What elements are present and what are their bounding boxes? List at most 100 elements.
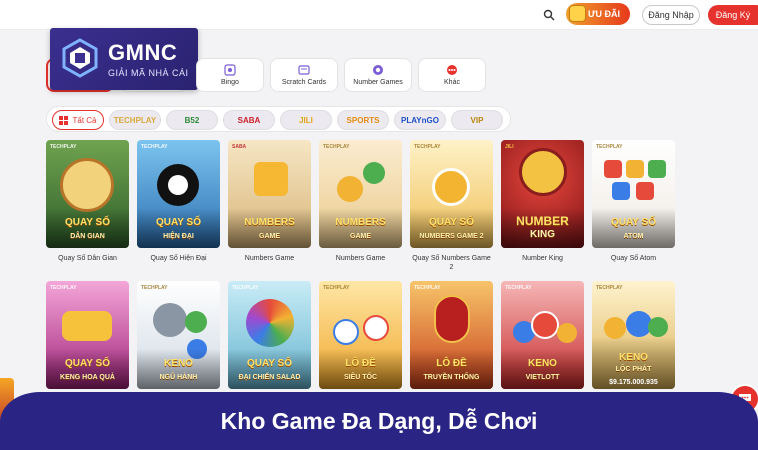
game-name: Quay Số Atom <box>610 255 657 262</box>
game-thumbnail: TECHPLAY NUMBERS GAME <box>319 140 402 248</box>
game-title-line2: TRUYỀN THỐNG <box>423 374 480 381</box>
game-card[interactable]: TECHPLAY KENO NGŨ HÀNH <box>137 281 220 389</box>
game-title-line1: LÔ ĐỀ <box>345 358 376 369</box>
game-title-line2: KENG HOA QUẢ <box>60 374 115 381</box>
logo-subtitle: GIẢI MÃ NHÀ CÁI <box>108 68 189 78</box>
scratch-card-icon <box>298 65 310 75</box>
game-card[interactable]: TECHPLAY LÔ ĐỀ TRUYỀN THỐNG <box>410 281 493 389</box>
game-card[interactable]: TECHPLAY NUMBERS GAME Numbers Game <box>319 140 402 263</box>
game-name: Numbers Game <box>244 255 295 262</box>
game-card[interactable]: TECHPLAY QUAY SỐ ĐẠI CHIẾN SALAD <box>228 281 311 389</box>
category-label: Khác <box>444 79 460 86</box>
promo-label: ƯU ĐÃI <box>588 9 620 19</box>
gmnc-logo-icon <box>62 38 98 78</box>
top-header: ƯU ĐÃI Đăng Nhập Đăng Ký <box>0 0 758 30</box>
game-title-line1: NUMBERS <box>244 217 295 228</box>
game-thumbnail: TECHPLAY LÔ ĐỀ TRUYỀN THỐNG <box>410 281 493 389</box>
provider-badge: TECHPLAY <box>505 285 532 291</box>
game-title-line1: KENO <box>619 352 648 363</box>
game-title-line2: GAME <box>350 233 371 240</box>
category-number-games[interactable]: Number Games <box>344 58 412 92</box>
game-title-line2: VIETLOTT <box>525 374 560 381</box>
provider-badge: TECHPLAY <box>50 285 77 291</box>
game-thumbnail: TECHPLAY QUAY SỐ KENG HOA QUẢ <box>46 281 129 389</box>
game-title-line2: NGŨ HÀNH <box>159 374 198 381</box>
more-icon <box>447 65 457 75</box>
game-thumbnail: TECHPLAY QUAY SỐ ATOM <box>592 140 675 248</box>
game-title-line1: QUAY SỐ <box>64 358 111 369</box>
provider-badge: TECHPLAY <box>232 285 259 291</box>
game-name: Quay Số Hiện Đại <box>150 255 207 262</box>
bingo-icon <box>224 64 236 76</box>
game-title-line2: ĐẠI CHIẾN SALAD <box>238 374 301 381</box>
provider-vip-chip[interactable]: VIP <box>451 110 503 130</box>
provider-badge: SABA <box>232 144 247 150</box>
game-title-line1: QUAY SỐ <box>610 217 657 228</box>
provider-badge: TECHPLAY <box>414 144 441 150</box>
provider-sports-chip[interactable]: SPORTS <box>337 110 389 130</box>
game-name: Quay Số Dân Gian <box>58 255 117 262</box>
provider-badge: TECHPLAY <box>141 285 168 291</box>
game-title-line1: QUAY SỐ <box>155 217 202 228</box>
register-button[interactable]: Đăng Ký <box>708 5 758 25</box>
game-card[interactable]: TECHPLAY QUAY SỐ DÂN GIAN Quay Số Dân Gi… <box>46 140 129 263</box>
provider-techplay-chip[interactable]: TECHPLAY <box>109 110 161 130</box>
number-ball-icon <box>373 65 383 75</box>
game-name: Numbers Game <box>335 255 386 262</box>
game-thumbnail: TECHPLAY QUAY SỐ DÂN GIAN <box>46 140 129 248</box>
game-thumbnail: TECHPLAY QUAY SỐ NUMBERS GAME 2 <box>410 140 493 248</box>
provider-playngo-chip[interactable]: PLAYnGO <box>394 110 446 130</box>
game-card[interactable]: SABA NUMBERS GAME Numbers Game <box>228 140 311 263</box>
game-title-line2: KING <box>530 229 555 240</box>
game-thumbnail: TECHPLAY KENO LỘC PHÁT $9.175.000.935 <box>592 281 675 389</box>
provider-badge: TECHPLAY <box>141 144 168 150</box>
gmnc-logo: GMNC GIẢI MÃ NHÀ CÁI <box>50 28 198 90</box>
game-card[interactable]: JILI NUMBER KING Number King <box>501 140 584 263</box>
provider-badge: TECHPLAY <box>323 144 350 150</box>
category-bingo[interactable]: Bingo <box>196 58 264 92</box>
game-title-line2: LỘC PHÁT <box>615 366 652 373</box>
provider-badge: TECHPLAY <box>323 285 350 291</box>
search-icon[interactable] <box>540 6 558 24</box>
game-card[interactable]: TECHPLAY KENO LỘC PHÁT $9.175.000.935 <box>592 281 675 389</box>
category-label: Scratch Cards <box>281 79 327 86</box>
provider-saba-chip[interactable]: SABA <box>223 110 275 130</box>
game-title-line1: NUMBER <box>516 214 569 228</box>
game-title-line2: SIÊU TỐC <box>343 374 378 381</box>
game-thumbnail: TECHPLAY QUAY SỐ HIỆN ĐẠI <box>137 140 220 248</box>
logo-title: GMNC <box>108 40 178 65</box>
provider-all-label: Tất Cả <box>72 115 97 125</box>
game-card[interactable]: TECHPLAY QUAY SỐ NUMBERS GAME 2 Quay Số … <box>410 140 493 272</box>
game-card[interactable]: TECHPLAY KENO VIETLOTT <box>501 281 584 389</box>
provider-all-chip[interactable]: Tất Cả <box>52 110 104 130</box>
game-card[interactable]: TECHPLAY QUAY SỐ ATOM Quay Số Atom <box>592 140 675 263</box>
game-name: Quay Số Numbers Game 2 <box>412 255 491 271</box>
game-thumbnail: TECHPLAY KENO VIETLOTT <box>501 281 584 389</box>
game-title-line2: GAME <box>259 233 280 240</box>
game-thumbnail: TECHPLAY QUAY SỐ ĐẠI CHIẾN SALAD <box>228 281 311 389</box>
game-title-line1: QUAY SỐ <box>246 358 293 369</box>
login-button[interactable]: Đăng Nhập <box>642 5 700 25</box>
category-other[interactable]: Khác <box>418 58 486 92</box>
game-title-line2: DÂN GIAN <box>70 233 105 240</box>
game-name: Number King <box>522 255 563 262</box>
promo-button[interactable]: ƯU ĐÃI <box>566 3 630 25</box>
jackpot-amount: $9.175.000.935 <box>609 379 658 386</box>
gift-icon <box>569 5 586 22</box>
game-title-line2: ATOM <box>623 233 644 240</box>
game-thumbnail: TECHPLAY KENO NGŨ HÀNH <box>137 281 220 389</box>
provider-badge: JILI <box>505 144 514 150</box>
game-card[interactable]: TECHPLAY LÔ ĐỀ SIÊU TỐC <box>319 281 402 389</box>
game-title-line1: QUAY SỐ <box>64 217 111 228</box>
category-scratch-cards[interactable]: Scratch Cards <box>270 58 338 92</box>
provider-b52-chip[interactable]: B52 <box>166 110 218 130</box>
game-card[interactable]: TECHPLAY QUAY SỐ KENG HOA QUẢ <box>46 281 129 389</box>
game-thumbnail: JILI NUMBER KING <box>501 140 584 248</box>
category-label: Bingo <box>221 79 239 86</box>
category-label: Number Games <box>353 79 403 86</box>
provider-jili-chip[interactable]: JILI <box>280 110 332 130</box>
provider-badge: TECHPLAY <box>414 285 441 291</box>
game-thumbnail: SABA NUMBERS GAME <box>228 140 311 248</box>
game-card[interactable]: TECHPLAY QUAY SỐ HIỆN ĐẠI Quay Số Hiện Đ… <box>137 140 220 263</box>
game-title-line1: QUAY SỐ <box>428 217 475 228</box>
